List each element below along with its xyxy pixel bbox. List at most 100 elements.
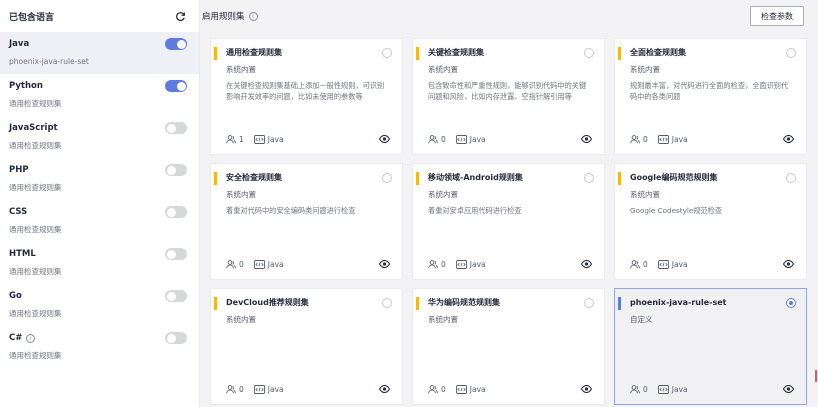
- card-radio[interactable]: [382, 173, 392, 183]
- check-params-button[interactable]: 检查参数: [750, 6, 804, 26]
- card-title: 通用检查规则集: [226, 48, 282, 57]
- language-panel-header: 已包含语言: [0, 0, 199, 32]
- eye-icon[interactable]: [580, 259, 593, 270]
- card-users-count: 0: [643, 260, 648, 269]
- card-users: 0: [630, 260, 648, 269]
- card-radio[interactable]: [584, 48, 594, 58]
- refresh-icon[interactable]: [173, 9, 187, 23]
- info-icon[interactable]: i: [26, 334, 36, 343]
- card-language: Java: [455, 135, 486, 144]
- rule-set-grid: 通用检查规则集 系统内置 在关键检查规则集基础上添加一般性规则，可识别影响开发效率的…: [210, 38, 807, 405]
- rule-set-card[interactable]: Google编码规范规则集 系统内置 Google Codestyle规范检查 0 Ja…: [614, 163, 807, 280]
- card-users: 1: [226, 135, 244, 144]
- card-source: 系统内置: [226, 65, 256, 74]
- rule-set-card[interactable]: 移动领域-Android规则集 系统内置 着重对安卓应用代码进行检查 0 Java: [412, 163, 605, 280]
- card-users: 0: [630, 385, 648, 394]
- language-item[interactable]: C# i 通用检查规则集: [0, 326, 199, 368]
- card-language-text: Java: [469, 135, 486, 144]
- language-toggle[interactable]: [165, 248, 187, 260]
- card-users-count: 0: [239, 385, 244, 394]
- language-item[interactable]: CSS 通用检查规则集: [0, 200, 199, 242]
- card-footer: 1 Java: [226, 134, 391, 145]
- eye-icon[interactable]: [580, 134, 593, 145]
- language-item[interactable]: Python 通用检查规则集: [0, 74, 199, 116]
- eye-icon[interactable]: [782, 259, 795, 270]
- language-item[interactable]: JavaScript 通用检查规则集: [0, 116, 199, 158]
- card-language-text: Java: [267, 135, 284, 144]
- eye-icon[interactable]: [782, 384, 795, 395]
- language-toggle[interactable]: [165, 290, 187, 302]
- rule-set-card[interactable]: phoenix-java-rule-set 自定义 0 Java: [614, 288, 807, 405]
- language-item[interactable]: HTML 通用检查规则集: [0, 242, 199, 284]
- card-accent-bar: [214, 47, 217, 60]
- rule-set-card[interactable]: 华为编码规范规则集 系统内置 0 Java: [412, 288, 605, 405]
- language-rule-set: phoenix-java-rule-set: [9, 57, 89, 66]
- language-toggle[interactable]: [165, 206, 187, 218]
- language-toggle[interactable]: [165, 332, 187, 344]
- card-language-text: Java: [671, 260, 688, 269]
- language-toggle[interactable]: [165, 164, 187, 176]
- card-source: 自定义: [630, 315, 653, 324]
- card-accent-bar: [214, 172, 217, 185]
- language-name: Java: [9, 38, 187, 51]
- card-accent-bar: [618, 297, 621, 310]
- info-icon[interactable]: i: [248, 11, 258, 21]
- code-icon: [253, 385, 265, 394]
- language-toggle[interactable]: [165, 38, 187, 50]
- rule-set-card[interactable]: DevCloud推荐规则集 系统内置 0 Java: [210, 288, 403, 405]
- eye-icon[interactable]: [378, 134, 391, 145]
- users-icon: [630, 135, 640, 144]
- language-rule-set: 通用检查规则集: [9, 141, 62, 150]
- users-icon: [428, 260, 438, 269]
- card-title: phoenix-java-rule-set: [630, 298, 727, 307]
- card-source: 系统内置: [630, 190, 660, 199]
- language-name: PHP: [9, 164, 187, 177]
- rule-set-card[interactable]: 关键检查规则集 系统内置 包含致命性和严重性规则，能够识别代码中的关键问题和风险，比…: [412, 38, 605, 155]
- card-users-count: 0: [643, 135, 648, 144]
- language-item[interactable]: Go 通用检查规则集: [0, 284, 199, 326]
- eye-icon[interactable]: [378, 259, 391, 270]
- rule-set-title: 启用规则集: [202, 12, 245, 22]
- code-icon: [455, 385, 467, 394]
- language-rule-set: 通用检查规则集: [9, 267, 62, 276]
- language-item[interactable]: PHP 通用检查规则集: [0, 158, 199, 200]
- language-name: CSS: [9, 206, 187, 219]
- code-icon: [657, 135, 669, 144]
- scroll-marker: [815, 370, 817, 382]
- card-description: 在关键检查规则集基础上添加一般性规则，可识别影响开发效率的问题，比如未使用的参数…: [226, 81, 385, 101]
- card-title: Google编码规范规则集: [630, 173, 718, 182]
- rule-set-card[interactable]: 全面检查规则集 系统内置 规则最丰富，对代码进行全面的检查，全面识别代码中的各类问题…: [614, 38, 807, 155]
- card-description: 着重对安卓应用代码进行检查: [428, 206, 522, 215]
- card-radio[interactable]: [786, 48, 796, 58]
- language-rule-set: 通用检查规则集: [9, 225, 62, 234]
- card-title: DevCloud推荐规则集: [226, 298, 309, 307]
- card-title: 移动领域-Android规则集: [428, 173, 523, 182]
- rule-set-title-wrap: 启用规则集 i: [202, 10, 258, 22]
- card-radio[interactable]: [786, 298, 796, 308]
- card-footer: 0 Java: [630, 259, 795, 270]
- language-name: Python: [9, 80, 187, 93]
- card-footer: 0 Java: [428, 384, 593, 395]
- card-radio[interactable]: [786, 173, 796, 183]
- card-users-count: 0: [643, 385, 648, 394]
- rule-set-card[interactable]: 安全检查规则集 系统内置 着重对代码中的安全编码类问题进行检查 0 Java: [210, 163, 403, 280]
- users-icon: [226, 260, 236, 269]
- code-icon: [455, 260, 467, 269]
- rule-set-card[interactable]: 通用检查规则集 系统内置在关键检查规则集基础上添加一般性规则，可识别影响开发效率的…: [210, 38, 403, 155]
- card-language-text: Java: [267, 260, 284, 269]
- card-radio[interactable]: [382, 298, 392, 308]
- code-icon: [253, 135, 265, 144]
- card-footer: 0 Java: [226, 384, 391, 395]
- card-title: 安全检查规则集: [226, 173, 282, 182]
- language-item[interactable]: Java phoenix-java-rule-set: [0, 32, 199, 74]
- language-toggle[interactable]: [165, 122, 187, 134]
- language-toggle[interactable]: [165, 80, 187, 92]
- eye-icon[interactable]: [378, 384, 391, 395]
- eye-icon[interactable]: [782, 134, 795, 145]
- card-radio[interactable]: [584, 173, 594, 183]
- language-name-text: CSS: [9, 207, 28, 217]
- card-radio[interactable]: [382, 48, 392, 58]
- language-rule-set: 通用检查规则集: [9, 351, 62, 360]
- eye-icon[interactable]: [580, 384, 593, 395]
- card-radio[interactable]: [584, 298, 594, 308]
